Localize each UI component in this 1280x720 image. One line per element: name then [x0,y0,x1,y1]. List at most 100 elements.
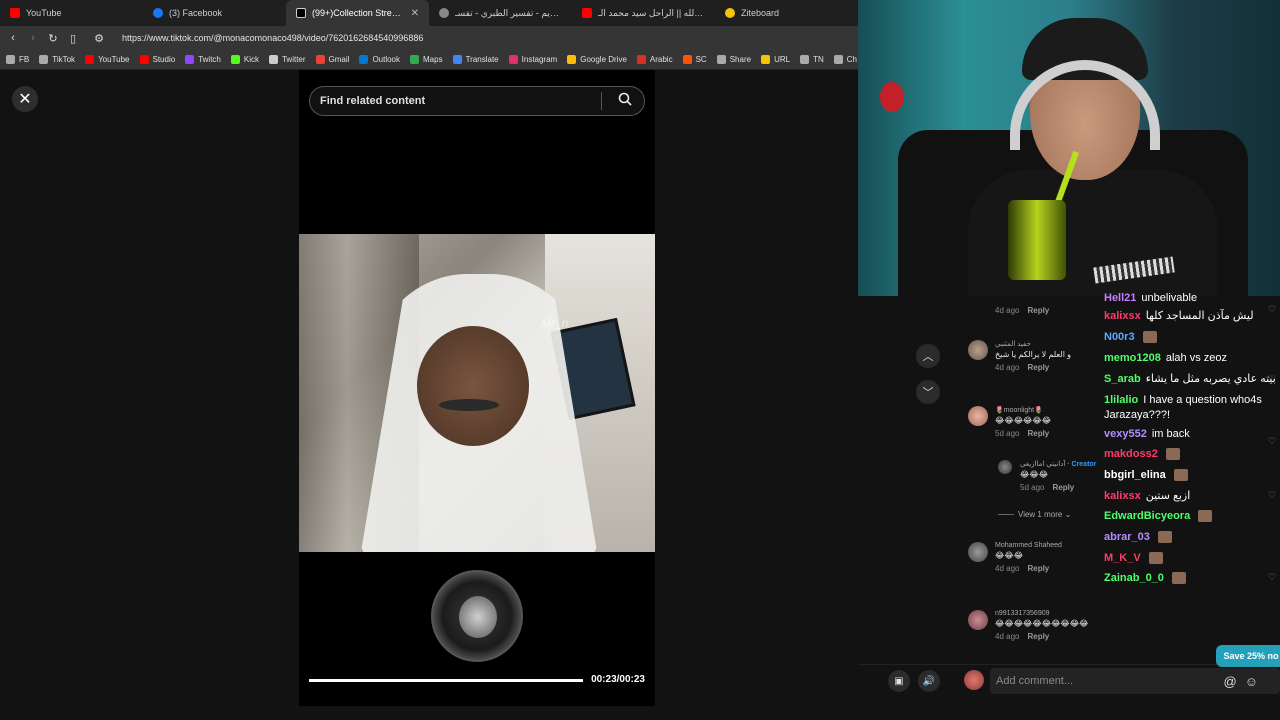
promo-badge[interactable]: Save 25% no [1216,645,1280,667]
chat-username[interactable]: abrar_03 [1104,531,1150,543]
avatar[interactable] [968,542,988,562]
creator-avatar[interactable] [431,570,523,662]
video-frame[interactable]: Mr_n [299,234,655,552]
chat-username[interactable]: M_K_V [1104,552,1141,564]
avatar[interactable] [968,406,988,426]
bookmark-item[interactable]: Arabic [636,55,673,64]
reply-link[interactable]: Reply [1027,564,1049,573]
comment-text: 😂😂😂😂😂😂😂😂😂😂 [995,619,1089,628]
tab-ziteboard[interactable]: Ziteboard [715,0,858,26]
tab-youtube-2[interactable]: موعود الله || الراحل سيد محمد الـ || [572,0,715,26]
screen: YouTube (3) Facebook (99+)Collection Str… [0,0,1280,720]
bookmark-icon [6,55,15,64]
progress-bar[interactable] [309,679,583,682]
chat-username[interactable]: memo1208 [1104,352,1161,364]
chat-username[interactable]: kalixsx [1104,490,1141,502]
bookmark-label: SC [695,55,707,64]
bookmark-item[interactable]: Ch [833,55,857,64]
reply-link[interactable]: Reply [1027,363,1049,372]
chat-message: S_arab بيته عادي يصربه مثل ما يشاء [1104,372,1280,385]
chat-username[interactable]: 1lilalio [1104,394,1138,406]
bookmark-item[interactable]: Twitch [185,55,221,64]
facebook-icon [153,8,163,18]
bookmark-label: URL [774,55,791,64]
tab-facebook[interactable]: (3) Facebook [143,0,286,26]
bookmark-label: Twitch [198,55,221,64]
search-input[interactable]: Find related content [320,95,601,107]
chat-username[interactable]: EdwardBicyeora [1104,510,1190,522]
bookmark-icon [268,55,278,64]
bookmark-item[interactable]: Google Drive [567,55,627,64]
bookmark-icon [800,55,810,64]
tab-label: القرآن الكريم - تفسير الطبري - تفسـ [455,7,562,18]
tab-youtube[interactable]: YouTube [0,0,143,26]
bookmark-item[interactable]: Instagram [508,55,557,64]
reload-icon[interactable]: ↻ [48,32,58,45]
tab-label: Ziteboard [741,8,780,18]
forward-icon[interactable]: › [28,32,38,44]
picture-in-picture-icon[interactable]: ▣ [888,670,910,692]
bookmark-item[interactable]: Outlook [359,55,400,64]
bookmark-item[interactable]: URL [761,55,790,64]
bookmark-label: Kick [243,55,259,64]
bookmark-item[interactable]: Maps [410,55,443,64]
chat-username[interactable]: Hell21 [1104,292,1136,304]
close-video-button[interactable]: ✕ [12,86,38,112]
chevron-down-icon: ⌄ [1064,510,1072,519]
chat-username[interactable]: bbgirl_elina [1104,469,1166,481]
avatar[interactable] [968,610,988,630]
bookmark-item[interactable]: TN [800,55,824,64]
chat-text: unbelivable [1141,292,1198,304]
search-icon[interactable] [612,92,638,111]
bookmark-item[interactable]: Share [716,55,751,64]
bookmark-icon [452,55,462,64]
add-comment-input[interactable]: Add comment... @ ☺ [990,668,1280,694]
volume-icon[interactable]: 🔊 [918,670,940,692]
comment-author[interactable]: آدانيتي اماازيغي [1020,461,1065,468]
comment-date: 4d ago [995,632,1020,641]
tab-tiktok-active[interactable]: (99+)Collection Stream cr ✕ [286,0,429,26]
close-tab-icon[interactable]: ✕ [411,8,419,19]
bookmark-item[interactable]: SC [682,55,707,64]
bookmark-icon[interactable]: ▯ [68,32,78,45]
back-icon[interactable]: ‹ [8,32,18,44]
search-box[interactable]: Find related content [309,86,645,116]
previous-video-button[interactable]: ︿ [916,344,940,368]
bookmark-item[interactable]: Studio [139,55,175,64]
site-settings-icon[interactable]: ⚙ [94,32,104,45]
bookmark-icon [508,55,518,64]
comment-author[interactable]: n9913317356909 [995,610,1168,617]
reply-link[interactable]: Reply [1027,632,1049,641]
address-bar: ‹ › ↻ ▯ ⚙ https://www.tiktok.com/@monaco… [0,26,858,50]
chat-message: Hell21 unbelivable [1104,292,1280,304]
chat-message: Zainab_0_0 [1104,572,1280,585]
bookmark-item[interactable]: Twitter [268,55,306,64]
reply-link[interactable]: Reply [1052,483,1074,492]
bookmark-item[interactable]: Gmail [315,55,349,64]
chat-username[interactable]: S_arab [1104,373,1141,385]
bookmark-item[interactable]: Translate [452,55,499,64]
chat-username[interactable]: kalixsx [1104,310,1141,322]
next-video-button[interactable]: ﹀ [916,380,940,404]
bookmark-item[interactable]: YouTube [85,55,130,64]
tab-quran[interactable]: القرآن الكريم - تفسير الطبري - تفسـ [429,0,572,26]
bookmark-item[interactable]: FB [6,55,29,64]
chat-message: EdwardBicyeora [1104,510,1280,523]
avatar[interactable] [968,340,988,360]
chat-username[interactable]: Zainab_0_0 [1104,572,1164,584]
view-more-replies[interactable]: View 1 more ⌄ [998,510,1071,519]
chat-username[interactable]: makdoss2 [1104,448,1158,460]
url-field[interactable]: https://www.tiktok.com/@monacomonaco498/… [122,33,423,43]
mention-icon[interactable]: @ [1224,674,1237,689]
emoji-icon[interactable]: ☺ [1245,674,1258,689]
bookmark-icon [761,55,771,64]
chat-username[interactable]: vexy552 [1104,428,1147,440]
avatar[interactable] [998,460,1012,474]
tab-label: (99+)Collection Stream cr [312,8,405,18]
reply-link[interactable]: Reply [1027,429,1049,438]
reply-link[interactable]: Reply [1027,306,1049,315]
bookmark-item[interactable]: TikTok [39,55,75,64]
bookmark-item[interactable]: Kick [230,55,259,64]
creator-badge: · Creator [1067,461,1097,468]
chat-username[interactable]: N00r3 [1104,331,1135,343]
